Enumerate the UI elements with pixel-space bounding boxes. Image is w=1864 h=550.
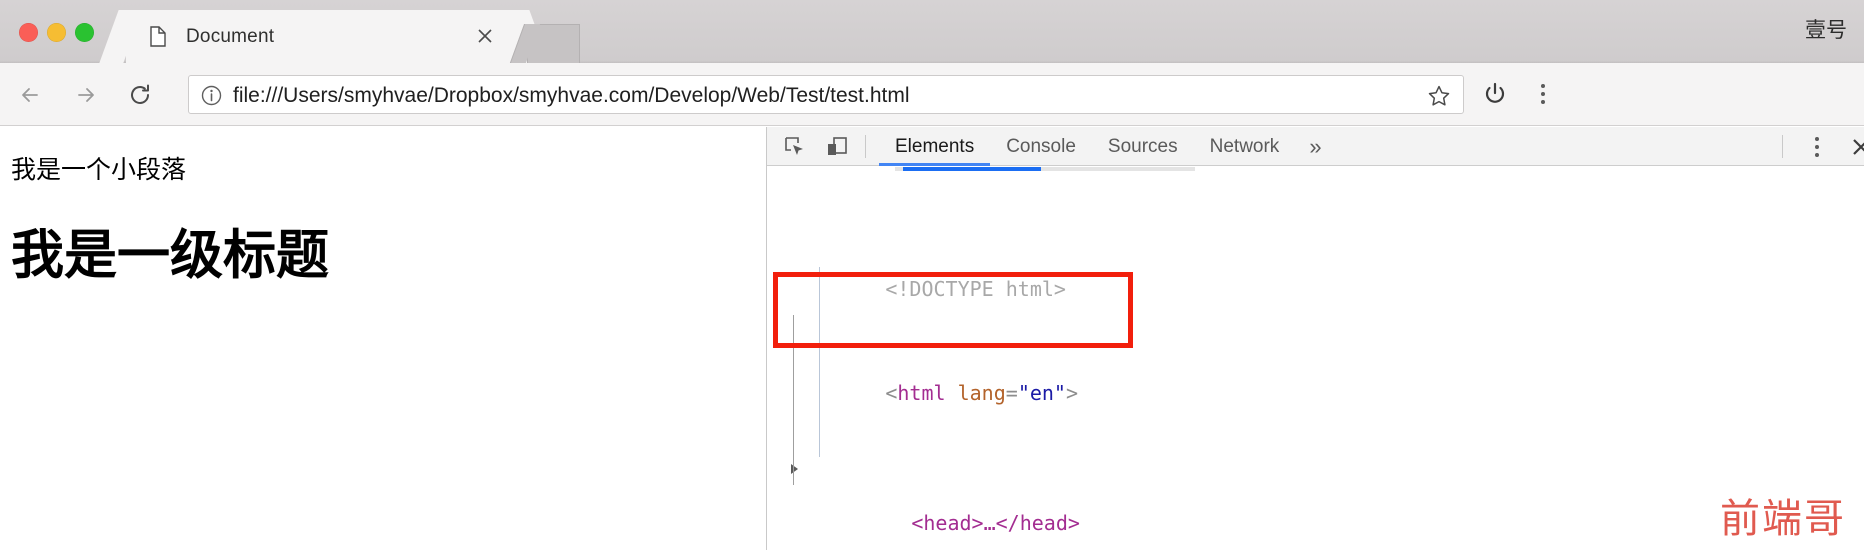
inspect-element-icon[interactable] [781,133,809,160]
devtools-header: Elements Console Sources Network » [767,127,1864,166]
title-bar: Document 壹号 [0,0,1864,63]
indent-guide-html [793,315,794,485]
star-icon[interactable] [1427,84,1451,108]
three-dot-menu-icon[interactable] [1528,79,1558,109]
tag-html: html [897,381,946,405]
attr-value-en: "en" [1017,381,1066,405]
arrow-right-icon[interactable] [66,77,102,113]
page-icon [150,26,166,47]
attr-lang: lang [957,381,1006,405]
power-icon[interactable] [1480,79,1510,109]
dom-line-doctype[interactable]: <!DOCTYPE html> [767,250,1864,301]
browser-toolbar: file:///Users/smyhvae/Dropbox/smyhvae.co… [0,63,1864,126]
dom-horizontal-scrollbar[interactable] [895,167,1864,171]
page-viewport: 我是一个小段落 我是一级标题 [0,127,766,550]
devtools-close-icon[interactable] [1847,133,1864,160]
devtools-three-dot-menu-icon[interactable] [1803,133,1831,160]
more-tabs-chevron-icon[interactable]: » [1295,127,1335,166]
page-heading: 我是一级标题 [11,225,329,286]
dom-tree: <!DOCTYPE html> <html lang="en"> <head>…… [767,172,1864,550]
info-circle-icon[interactable] [201,85,222,106]
tab-console[interactable]: Console [990,127,1092,166]
minimize-window-button[interactable] [47,23,66,42]
tab-strip-next-tab[interactable] [527,24,580,63]
attr-equals: = [1005,381,1018,405]
angle-open: < [885,381,898,405]
devtools-panel: Elements Console Sources Network » <!DOC… [767,127,1864,550]
dom-line-head[interactable]: <head>…</head> [767,458,1864,535]
angle-close: > [1065,381,1079,405]
head-collapsed-text: <head>…</head> [911,511,1080,535]
indent-guide-body [819,267,820,457]
close-window-button[interactable] [19,23,38,42]
close-icon[interactable] [475,26,495,46]
toolbar-divider [865,135,866,158]
device-toolbar-icon[interactable] [823,133,851,160]
address-bar[interactable]: file:///Users/smyhvae/Dropbox/smyhvae.co… [188,75,1464,114]
url-text[interactable]: file:///Users/smyhvae/Dropbox/smyhvae.co… [233,82,910,109]
tab-network[interactable]: Network [1194,127,1296,166]
devtools-tab-strip: Elements Console Sources Network » [879,127,1336,166]
arrow-left-icon[interactable] [14,77,50,113]
reload-icon[interactable] [122,77,158,113]
browser-window: Document 壹号 file:///Users/smyhvae/Dropbo… [0,0,1864,550]
scrollbar-thumb[interactable] [903,167,1041,171]
doctype-text: <!DOCTYPE html> [885,277,1066,301]
dom-line-html-open[interactable]: <html lang="en"> [767,354,1864,405]
window-traffic-lights [19,23,94,42]
toolbar-divider-right [1782,135,1783,158]
tab-title: Document [186,26,275,47]
page-paragraph: 我是一个小段落 [11,155,187,184]
watermark: 前端哥 [1720,496,1846,542]
tab-sources[interactable]: Sources [1092,127,1194,166]
tab-document[interactable]: Document [126,10,522,63]
tab-elements[interactable]: Elements [879,127,991,166]
zoom-window-button[interactable] [75,23,94,42]
profile-name[interactable]: 壹号 [1805,16,1847,44]
